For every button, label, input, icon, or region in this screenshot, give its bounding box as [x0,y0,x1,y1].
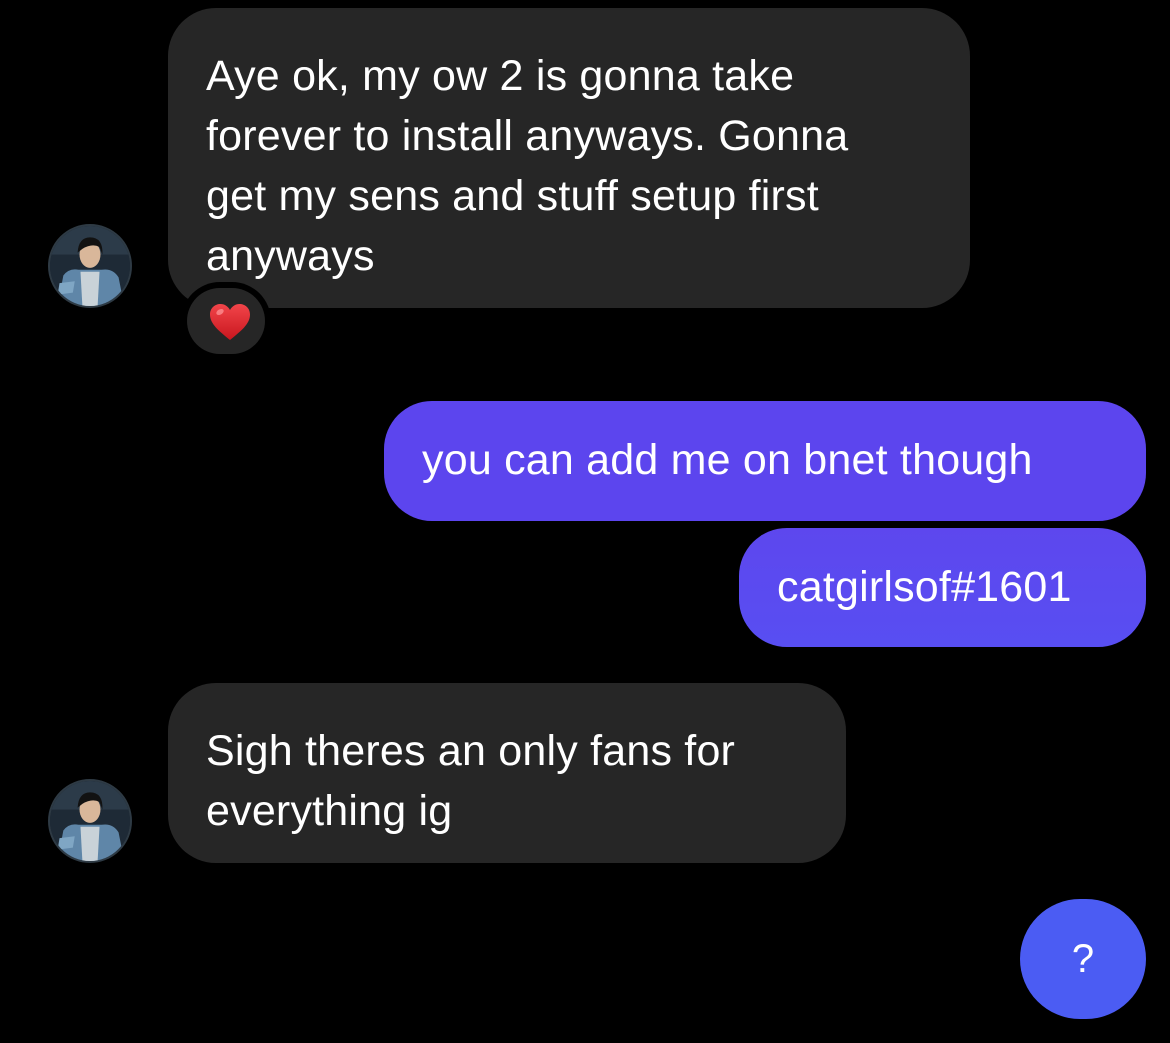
incoming-message-bubble[interactable]: Sigh theres an only fans for everything … [168,683,846,863]
heart-icon [210,304,250,340]
message-text-line: Aye ok, my ow 2 is gonna take [206,52,795,100]
incoming-message-bubble[interactable]: Aye ok, my ow 2 is gonna take forever to… [168,8,970,308]
message-reaction[interactable] [181,282,271,360]
message-text-line: anyways [206,232,375,280]
message-text-line: catgirlsof#1601 [777,563,1072,611]
message-text-line: Sigh theres an only fans for [206,727,736,775]
reaction-pill [187,288,265,354]
message-text-line: get my sens and stuff setup first [206,172,819,220]
message-text-line: everything ig [206,787,453,835]
avatar[interactable] [48,779,132,863]
avatar[interactable] [48,224,132,308]
avatar-image [50,226,130,306]
help-button[interactable]: ? [1020,899,1146,1019]
avatar-image [50,781,130,861]
outgoing-message-bubble[interactable]: catgirlsof#1601 [739,528,1146,647]
message-text-line: you can add me on bnet though [422,436,1033,484]
outgoing-message-bubble[interactable]: you can add me on bnet though [384,401,1146,521]
message-text-line: forever to install anyways. Gonna [206,112,849,160]
question-mark-icon: ? [1071,937,1095,981]
